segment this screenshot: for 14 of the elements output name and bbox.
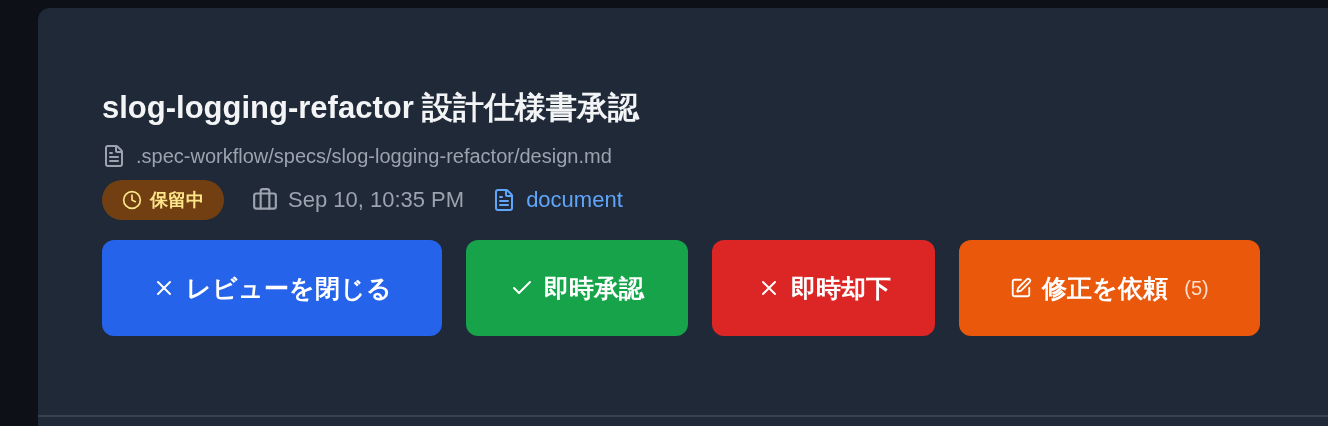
action-button[interactable]: レビューを閉じる [102,240,442,336]
page-title: slog-logging-refactor 設計仕様書承認 [102,89,641,127]
action-button[interactable]: 修正を依頼 (5) [959,240,1260,336]
document-type: document [526,187,623,213]
clock-icon [122,190,142,210]
action-button[interactable]: 即時承認 [466,240,688,336]
pencil-square-icon [1010,277,1033,299]
briefcase-icon [252,187,278,213]
action-button[interactable]: 即時却下 [712,240,935,336]
count-label: (5) [1184,276,1209,300]
file-path: .spec-workflow/specs/slog-logging-refactor/design.md [136,144,612,168]
file-icon [102,144,126,168]
status-label: 保留中 [150,189,204,212]
date-text: Sep 10, 10:35 PM [288,187,465,213]
